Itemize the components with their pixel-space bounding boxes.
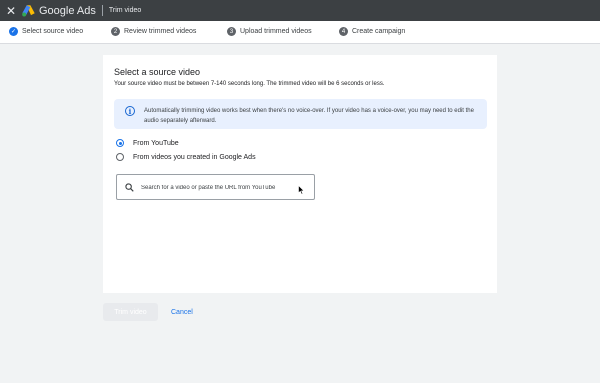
step-number: 2 (111, 27, 120, 36)
trim-video-button[interactable]: Trim video (103, 303, 158, 321)
step-upload-trimmed-videos[interactable]: 3 Upload trimmed videos (227, 27, 312, 36)
source-video-card: Select a source video Your source video … (103, 55, 497, 293)
cancel-button[interactable]: Cancel (165, 303, 199, 321)
info-icon: i (125, 106, 135, 116)
step-label: Review trimmed videos (124, 28, 197, 35)
notice-text: Automatically trimming video works best … (144, 108, 474, 124)
radio-button-selected[interactable] (116, 139, 124, 147)
voice-over-notice: i Automatically trimming video works bes… (114, 99, 487, 129)
top-app-bar: ✕ Google Ads Trim video (0, 0, 600, 21)
mouse-pointer-icon (298, 185, 305, 195)
radio-button[interactable] (116, 153, 124, 161)
check-icon: ✓ (9, 27, 18, 36)
step-number: 3 (227, 27, 236, 36)
close-icon[interactable]: ✕ (4, 4, 18, 18)
stepper: ✓ Select source video 2 Review trimmed v… (0, 21, 600, 44)
card-description: Your source video must be between 7-140 … (114, 81, 385, 87)
search-input[interactable] (141, 181, 301, 194)
radio-label: From videos you created in Google Ads (133, 153, 256, 161)
header-divider (101, 5, 103, 16)
step-review-trimmed-videos[interactable]: 2 Review trimmed videos (111, 27, 196, 36)
page-subtitle: Trim video (108, 7, 142, 14)
source-option-youtube[interactable]: From YouTube (116, 139, 179, 147)
step-label: Upload trimmed videos (240, 28, 312, 35)
search-icon (125, 183, 134, 192)
card-title: Select a source video (114, 67, 201, 77)
source-option-google-ads-videos[interactable]: From videos you created in Google Ads (116, 153, 256, 161)
step-create-campaign[interactable]: 4 Create campaign (339, 27, 405, 36)
step-number: 4 (339, 27, 348, 36)
google-ads-logo-icon (22, 5, 35, 17)
step-select-source-video[interactable]: ✓ Select source video (9, 27, 83, 36)
radio-label: From YouTube (133, 139, 179, 147)
video-search-field[interactable] (116, 174, 315, 200)
brand-name: Google Ads (39, 4, 96, 17)
step-label: Select source video (22, 28, 84, 35)
step-label: Create campaign (352, 28, 406, 35)
